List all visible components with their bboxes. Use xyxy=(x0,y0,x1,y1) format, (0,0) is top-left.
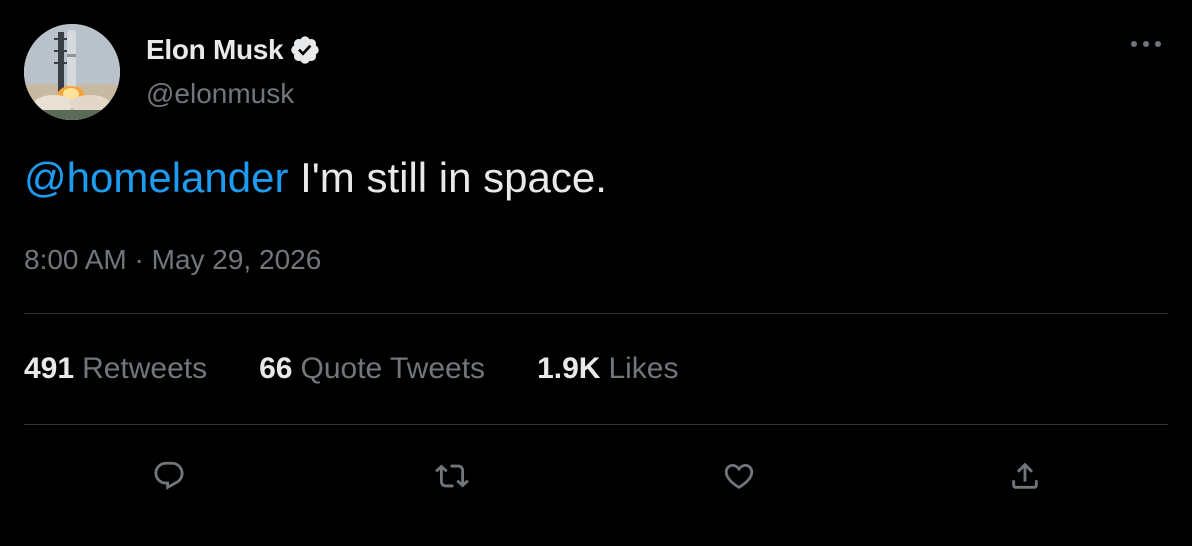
reply-icon xyxy=(154,461,184,490)
reply-button[interactable] xyxy=(141,448,197,504)
retweet-button[interactable] xyxy=(424,448,480,504)
tweet-timestamp[interactable]: 8:00 AM · May 29, 2026 xyxy=(24,244,321,276)
heart-icon xyxy=(724,463,754,489)
author-display-name[interactable]: Elon Musk xyxy=(146,34,284,66)
quote-tweets-label: Quote Tweets xyxy=(300,352,486,385)
share-icon xyxy=(1012,462,1038,489)
tweet-card: Elon Musk @elonmusk @homelander I'm stil… xyxy=(0,0,1192,546)
rocket-launch-avatar-icon xyxy=(24,24,120,120)
like-button[interactable] xyxy=(711,448,767,504)
author-handle[interactable]: @elonmusk xyxy=(146,78,294,110)
likes-count: 1.9K xyxy=(537,352,601,385)
share-button[interactable] xyxy=(997,448,1053,504)
likes-stat[interactable]: 1.9K Likes xyxy=(537,352,678,386)
mention-link[interactable]: @homelander xyxy=(24,154,288,201)
verified-badge-icon xyxy=(289,34,321,66)
tweet-body: I'm still in space. xyxy=(288,154,607,201)
action-bar xyxy=(0,448,1192,504)
divider xyxy=(24,313,1168,314)
retweet-icon xyxy=(435,464,469,488)
likes-label: Likes xyxy=(608,352,679,385)
retweets-stat[interactable]: 491 Retweets xyxy=(24,352,207,386)
engagement-stats: 491 Retweets 66 Quote Tweets 1.9K Likes xyxy=(24,352,730,386)
tweet-text: @homelander I'm still in space. xyxy=(24,154,607,202)
retweets-count: 491 xyxy=(24,352,75,385)
more-icon xyxy=(1131,41,1161,47)
author-name-row: Elon Musk xyxy=(146,30,321,70)
quote-tweets-count: 66 xyxy=(259,352,293,385)
quote-tweets-stat[interactable]: 66 Quote Tweets xyxy=(259,352,485,386)
divider xyxy=(24,424,1168,425)
retweets-label: Retweets xyxy=(82,352,208,385)
avatar[interactable] xyxy=(24,24,120,120)
more-options-button[interactable] xyxy=(1128,30,1164,58)
